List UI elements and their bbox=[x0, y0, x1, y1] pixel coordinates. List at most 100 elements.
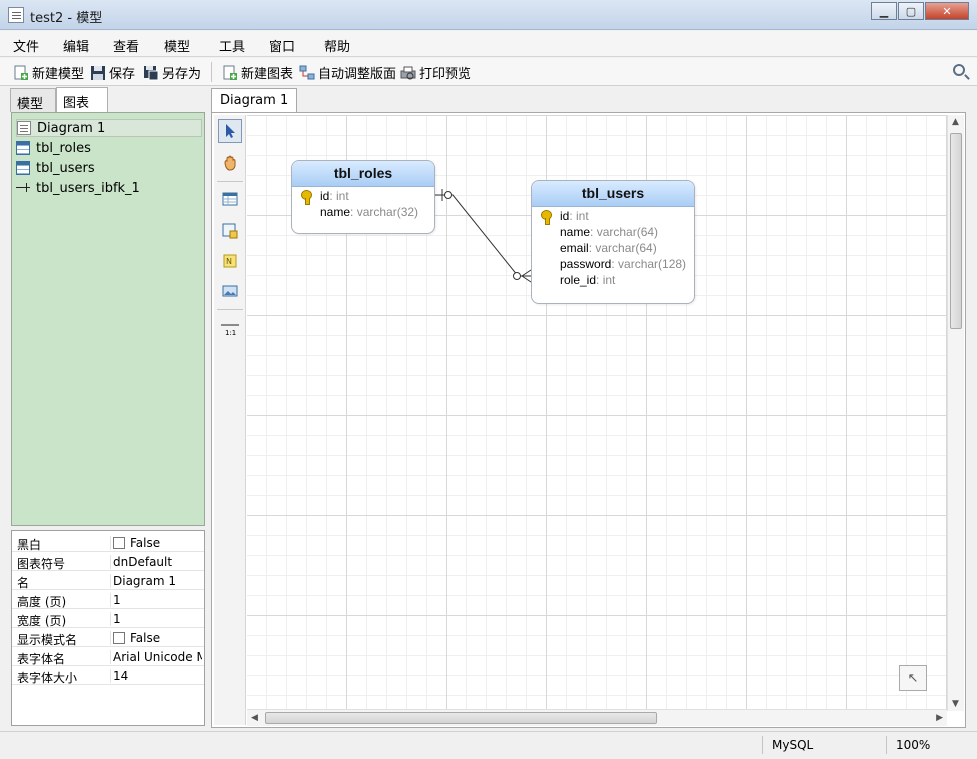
hand-icon bbox=[224, 155, 236, 171]
menu-bar: 文件 编辑 查看 模型 工具 窗口 帮助 bbox=[0, 31, 977, 57]
tree-item-fk[interactable]: tbl_users_ibfk_1 bbox=[16, 179, 202, 197]
entity-title: tbl_roles bbox=[292, 161, 434, 187]
toolbar: 新建模型 保存 另存为 新建图表 自动调整版面 打印预览 bbox=[0, 58, 977, 86]
field-role-id[interactable]: role_id: int bbox=[560, 273, 615, 289]
horizontal-scrollbar[interactable]: ◀ ▶ bbox=[247, 709, 947, 726]
field-id[interactable]: id: int bbox=[560, 209, 589, 225]
primary-key-icon bbox=[540, 210, 552, 225]
prop-value-name[interactable]: Diagram 1 bbox=[110, 574, 202, 588]
note-tool[interactable]: N bbox=[218, 249, 242, 273]
image-icon bbox=[222, 285, 238, 297]
table-icon bbox=[16, 161, 30, 175]
menu-file[interactable]: 文件 bbox=[13, 36, 39, 55]
field-name[interactable]: name: varchar(32) bbox=[320, 205, 418, 221]
pointer-tool[interactable] bbox=[218, 119, 242, 143]
arrow-up-left-icon: ↖ bbox=[907, 670, 919, 686]
search-icon[interactable] bbox=[953, 64, 965, 76]
prop-value-font-size[interactable]: 14 bbox=[110, 669, 202, 683]
close-button[interactable]: ✕ bbox=[925, 2, 969, 20]
new-model-icon bbox=[13, 65, 29, 81]
field-password[interactable]: password: varchar(128) bbox=[560, 257, 686, 273]
status-separator bbox=[762, 736, 763, 754]
entity-tbl-roles[interactable]: tbl_roles id: int name: varchar(32) bbox=[291, 160, 435, 234]
save-icon bbox=[90, 65, 106, 81]
primary-key-icon bbox=[300, 190, 312, 205]
prop-row-font-name: 表字体名 Arial Unicode MS bbox=[12, 647, 204, 666]
view-icon bbox=[222, 223, 238, 239]
app-icon bbox=[8, 7, 24, 23]
prop-value-notation[interactable]: dnDefault bbox=[110, 555, 202, 569]
field-id[interactable]: id: int bbox=[320, 189, 349, 205]
table-icon bbox=[16, 141, 30, 155]
prop-value-height[interactable]: 1 bbox=[110, 593, 202, 607]
prop-row-name: 名 Diagram 1 bbox=[12, 571, 204, 590]
show-schema-checkbox[interactable] bbox=[113, 632, 125, 644]
vertical-scroll-thumb[interactable] bbox=[950, 133, 962, 329]
tree-item-tbl-roles[interactable]: tbl_roles bbox=[16, 139, 202, 157]
status-separator bbox=[886, 736, 887, 754]
diagram-editor: N 1:1 tbl_roles id: int name: varchar(32… bbox=[211, 112, 966, 728]
field-name[interactable]: name: varchar(64) bbox=[560, 225, 658, 241]
prop-row-width: 宽度 (页) 1 bbox=[12, 609, 204, 628]
menu-model[interactable]: 模型 bbox=[164, 36, 190, 55]
prop-value-show-schema[interactable]: False bbox=[110, 631, 202, 645]
minimize-button[interactable]: ▁ bbox=[871, 2, 897, 20]
tree-item-tbl-users[interactable]: tbl_users bbox=[16, 159, 202, 177]
menu-tools[interactable]: 工具 bbox=[219, 36, 245, 55]
field-email[interactable]: email: varchar(64) bbox=[560, 241, 657, 257]
auto-layout-button[interactable]: 自动调整版面 bbox=[299, 63, 396, 82]
save-button[interactable]: 保存 bbox=[90, 63, 135, 82]
new-model-button[interactable]: 新建模型 bbox=[13, 63, 84, 82]
tab-diagram[interactable]: 图表 bbox=[56, 87, 108, 112]
tree-item-diagram[interactable]: Diagram 1 bbox=[16, 119, 202, 137]
prop-row-notation: 图表符号 dnDefault bbox=[12, 552, 204, 571]
foreign-key-icon bbox=[16, 181, 30, 195]
window-controls: ▁ ▢ ✕ bbox=[870, 2, 969, 20]
status-database: MySQL bbox=[772, 738, 814, 752]
auto-layout-icon bbox=[299, 65, 315, 81]
new-diagram-icon bbox=[222, 65, 238, 81]
horizontal-scroll-thumb[interactable] bbox=[265, 712, 657, 724]
entity-title: tbl_users bbox=[532, 181, 694, 207]
navigator-button[interactable]: ↖ bbox=[899, 665, 927, 691]
tab-model[interactable]: 模型 bbox=[10, 88, 56, 112]
diagram-icon bbox=[17, 121, 31, 135]
prop-value-font-name[interactable]: Arial Unicode MS bbox=[110, 650, 202, 664]
entity-tbl-users[interactable]: tbl_users id: int name: varchar(64) emai… bbox=[531, 180, 695, 304]
note-icon: N bbox=[223, 254, 237, 268]
pointer-icon bbox=[226, 124, 235, 138]
title-bar: test2 - 模型 ▁ ▢ ✕ bbox=[0, 0, 977, 30]
scroll-down-icon[interactable]: ▼ bbox=[952, 699, 959, 709]
table-icon bbox=[222, 192, 238, 206]
menu-view[interactable]: 查看 bbox=[113, 36, 139, 55]
window-title: test2 - 模型 bbox=[30, 11, 103, 26]
save-as-icon bbox=[143, 65, 159, 81]
black-white-checkbox[interactable] bbox=[113, 537, 125, 549]
diagram-canvas[interactable]: tbl_roles id: int name: varchar(32) tbl_… bbox=[247, 115, 947, 711]
palette-separator bbox=[217, 309, 243, 310]
diagram-object-tree: Diagram 1 tbl_roles tbl_users tbl_users_… bbox=[11, 112, 205, 526]
image-tool[interactable] bbox=[218, 279, 242, 303]
save-as-button[interactable]: 另存为 bbox=[143, 63, 201, 82]
vertical-scrollbar[interactable]: ▲ ▼ bbox=[947, 115, 964, 711]
scroll-right-icon[interactable]: ▶ bbox=[936, 713, 943, 723]
properties-panel: 黑白 False 图表符号 dnDefault 名 Diagram 1 高度 (… bbox=[11, 530, 205, 726]
relationship-tbl-users-ibfk-1[interactable] bbox=[435, 189, 532, 283]
print-preview-button[interactable]: 打印预览 bbox=[400, 63, 471, 82]
tab-diagram-1[interactable]: Diagram 1 bbox=[211, 88, 298, 112]
new-view-tool[interactable] bbox=[218, 219, 242, 243]
ratio-label: 1:1 bbox=[225, 329, 237, 337]
tool-palette: N 1:1 bbox=[214, 115, 246, 725]
new-diagram-button[interactable]: 新建图表 bbox=[222, 63, 293, 82]
new-table-tool[interactable] bbox=[218, 187, 242, 211]
scroll-up-icon[interactable]: ▲ bbox=[952, 117, 959, 127]
menu-help[interactable]: 帮助 bbox=[324, 36, 350, 55]
menu-edit[interactable]: 编辑 bbox=[63, 36, 89, 55]
menu-window[interactable]: 窗口 bbox=[269, 36, 295, 55]
maximize-button[interactable]: ▢ bbox=[898, 2, 924, 20]
prop-row-show-schema: 显示模式名 False bbox=[12, 628, 204, 647]
hand-tool[interactable] bbox=[218, 151, 242, 175]
prop-value-width[interactable]: 1 bbox=[110, 612, 202, 626]
scroll-left-icon[interactable]: ◀ bbox=[251, 713, 258, 723]
prop-value-black-white[interactable]: False bbox=[110, 536, 202, 550]
